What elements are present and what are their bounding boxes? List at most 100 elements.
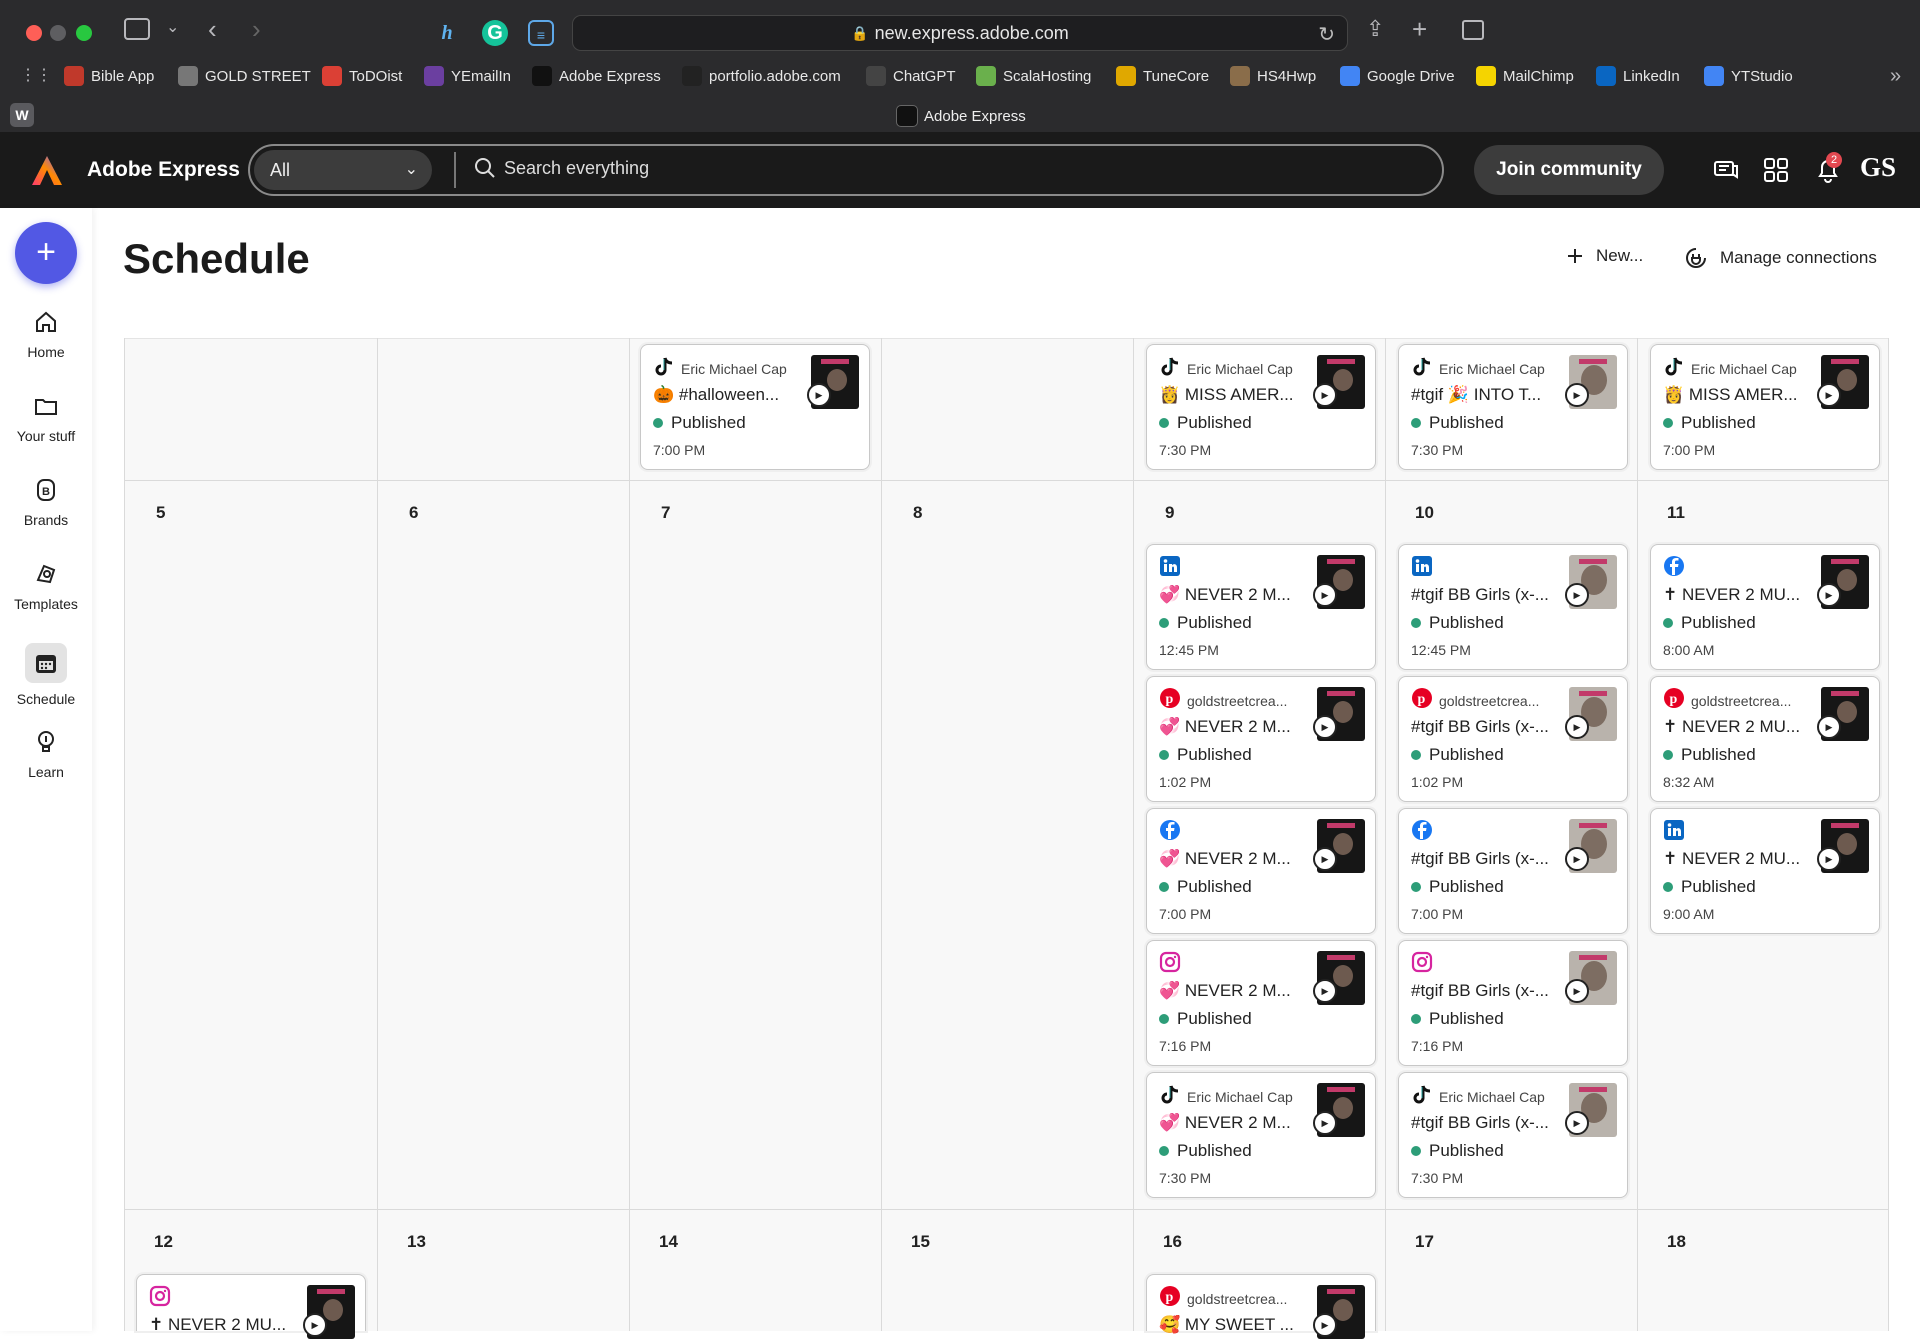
scheduled-post-card[interactable]: ✝ NEVER 2 MU... Published 8:00 AM ▶ <box>1650 544 1880 670</box>
manage-connections-button[interactable]: Manage connections <box>1684 246 1877 270</box>
scheduled-post-card[interactable]: 💞 NEVER 2 M... Published 12:45 PM ▶ <box>1146 544 1376 670</box>
thumbnail-face <box>1837 701 1857 723</box>
more-bookmarks-icon[interactable]: » <box>1890 66 1901 86</box>
sidebar-item-templates[interactable]: Templates <box>0 560 92 612</box>
bookmark-item[interactable]: YEmailIn <box>424 66 511 86</box>
tiktok-icon <box>1413 357 1431 376</box>
post-status-label: Published <box>671 413 746 432</box>
scheduled-post-card[interactable]: #tgif BB Girls (x-... Published 12:45 PM ▶ <box>1398 544 1628 670</box>
post-status: Published <box>1663 613 1756 633</box>
bookmark-item[interactable]: GOLD STREET <box>178 66 311 86</box>
bookmark-item[interactable]: Google Drive <box>1340 66 1455 86</box>
post-status: Published <box>1159 413 1252 433</box>
scheduled-post-card[interactable]: #tgif BB Girls (x-... Published 7:00 PM ▶ <box>1398 808 1628 934</box>
post-title: ✝ NEVER 2 MU... <box>1663 585 1801 604</box>
sidebar-item-home[interactable]: Home <box>0 308 92 360</box>
scheduled-post-card[interactable]: ✝ NEVER 2 MU... ▶ <box>136 1274 366 1339</box>
post-time: 7:16 PM <box>1159 1038 1212 1054</box>
back-arrow-icon[interactable]: ‹ <box>208 16 217 42</box>
scheduled-post-card[interactable]: #tgif BB Girls (x-... Published 7:16 PM ▶ <box>1398 940 1628 1066</box>
apps-icon[interactable] <box>1762 156 1790 184</box>
active-tab[interactable]: Adobe Express <box>896 105 1026 127</box>
sidebar-item-label: Home <box>27 344 65 360</box>
scheduled-post-card[interactable]: p goldstreetcrea... 🥰 MY SWEET ... ▶ <box>1146 1274 1376 1339</box>
sidebar-item-your-stuff[interactable]: Your stuff <box>0 392 92 444</box>
scheduled-post-card[interactable]: p goldstreetcrea... 💞 NEVER 2 M... Publishe… <box>1146 676 1376 802</box>
linkedin-icon <box>1160 556 1180 576</box>
thumbnail-banner <box>1831 559 1859 564</box>
bookmark-item[interactable]: YTStudio <box>1704 66 1793 86</box>
sidebar-item-learn[interactable]: Learn <box>0 728 92 780</box>
close-window-button[interactable] <box>26 25 42 41</box>
day-number: 13 <box>407 1232 426 1251</box>
scheduled-post-card[interactable]: 💞 NEVER 2 M... Published 7:16 PM ▶ <box>1146 940 1376 1066</box>
bookmark-item[interactable]: Bible App <box>64 66 154 86</box>
scheduled-post-card[interactable]: 💞 NEVER 2 M... Published 7:00 PM ▶ <box>1146 808 1376 934</box>
scheduled-post-card[interactable]: Eric Michael Cap #tgif 🎉 INTO T... Publish… <box>1398 344 1628 470</box>
bookmark-label: YEmailIn <box>451 67 512 85</box>
thumbnail-face <box>1333 833 1353 855</box>
bookmark-favicon-icon <box>866 66 886 86</box>
scheduled-post-card[interactable]: Eric Michael Cap 👸 MISS AMER... Published 7… <box>1146 344 1376 470</box>
bookmark-item[interactable]: Adobe Express <box>532 66 661 86</box>
sidebar-item-schedule[interactable]: Schedule <box>0 643 92 707</box>
forward-arrow-icon[interactable]: › <box>252 16 261 42</box>
post-account: goldstreetcrea... <box>1187 693 1288 709</box>
post-title: #tgif BB Girls (x-... <box>1411 849 1549 868</box>
video-play-icon: ▶ <box>807 383 831 407</box>
extension-h-icon[interactable]: h <box>434 20 460 46</box>
app-title[interactable]: Adobe Express <box>87 158 240 182</box>
grammarly-icon[interactable]: G <box>482 20 508 46</box>
scheduled-post-card[interactable]: ✝ NEVER 2 MU... Published 9:00 AM ▶ <box>1650 808 1880 934</box>
calendar-column-divider <box>1637 338 1638 1331</box>
create-new-button[interactable]: + <box>15 222 77 284</box>
scheduled-post-card[interactable]: p goldstreetcrea... #tgif BB Girls (x-... P… <box>1398 676 1628 802</box>
video-play-icon: ▶ <box>1565 383 1589 407</box>
sidebar-toggle-icon[interactable] <box>124 18 150 40</box>
scheduled-post-card[interactable]: Eric Michael Cap 💞 NEVER 2 M... Published 7… <box>1146 1072 1376 1198</box>
calendar-column-divider <box>1888 338 1889 1331</box>
bookmark-item[interactable]: HS4Hwp <box>1230 66 1316 86</box>
adobe-express-logo-icon[interactable] <box>30 154 64 188</box>
post-status-label: Published <box>1177 413 1252 432</box>
bookmark-item[interactable]: TuneCore <box>1116 66 1209 86</box>
tab-overview-icon[interactable] <box>1462 20 1484 40</box>
chevron-down-icon[interactable]: ⌄ <box>166 20 179 36</box>
search-input[interactable]: Search everything <box>504 158 649 179</box>
bookmark-item[interactable]: MailChimp <box>1476 66 1574 86</box>
sidebar-item-brands[interactable]: B Brands <box>0 476 92 528</box>
day-number: 17 <box>1415 1232 1434 1251</box>
user-avatar[interactable]: GS <box>1860 152 1896 183</box>
scheduled-post-card[interactable]: Eric Michael Cap 🎃 #halloween... Published… <box>640 344 870 470</box>
manage-connections-label: Manage connections <box>1720 248 1877 267</box>
scheduled-post-card[interactable]: p goldstreetcrea... ✝ NEVER 2 MU... Publish… <box>1650 676 1880 802</box>
post-status-label: Published <box>1681 613 1756 632</box>
join-community-button[interactable]: Join community <box>1474 145 1664 195</box>
new-tab-icon[interactable]: + <box>1412 16 1427 42</box>
published-status-dot <box>1411 418 1421 428</box>
address-bar[interactable]: 🔒 new.express.adobe.com ↻ <box>572 15 1348 51</box>
svg-text:p: p <box>1166 1290 1174 1305</box>
bookmark-item[interactable]: ChatGPT <box>866 66 956 86</box>
linkedin-icon <box>1412 556 1432 576</box>
maximize-window-button[interactable] <box>76 25 92 41</box>
bookmark-item[interactable]: ToDOist <box>322 66 402 86</box>
scheduled-post-card[interactable]: Eric Michael Cap #tgif BB Girls (x-... Pub… <box>1398 1072 1628 1198</box>
extension-list-icon[interactable]: ≡ <box>528 20 554 46</box>
share-icon[interactable]: ⇪ <box>1366 18 1384 40</box>
search-icon <box>475 158 495 178</box>
thumbnail-face <box>1837 369 1857 391</box>
bookmark-item[interactable]: LinkedIn <box>1596 66 1680 86</box>
scheduled-post-card[interactable]: Eric Michael Cap 👸 MISS AMER... Published 7… <box>1650 344 1880 470</box>
bookmarks-bar: Bible App GOLD STREET ToDOist YEmailIn Adobe… <box>0 62 1920 92</box>
bookmark-item[interactable]: portfolio.adobe.com <box>682 66 841 86</box>
reload-icon[interactable]: ↻ <box>1318 22 1335 47</box>
workspace-icon[interactable]: W <box>10 103 34 127</box>
chat-icon[interactable] <box>1712 156 1740 184</box>
post-status: Published <box>1159 1141 1252 1161</box>
new-button[interactable]: New... <box>1566 246 1643 266</box>
search-filter-select[interactable]: All ⌄ <box>254 150 432 190</box>
minimize-window-button[interactable] <box>50 25 66 41</box>
bookmark-item[interactable]: ScalaHosting <box>976 66 1091 86</box>
bookmark-label: TuneCore <box>1143 67 1210 85</box>
